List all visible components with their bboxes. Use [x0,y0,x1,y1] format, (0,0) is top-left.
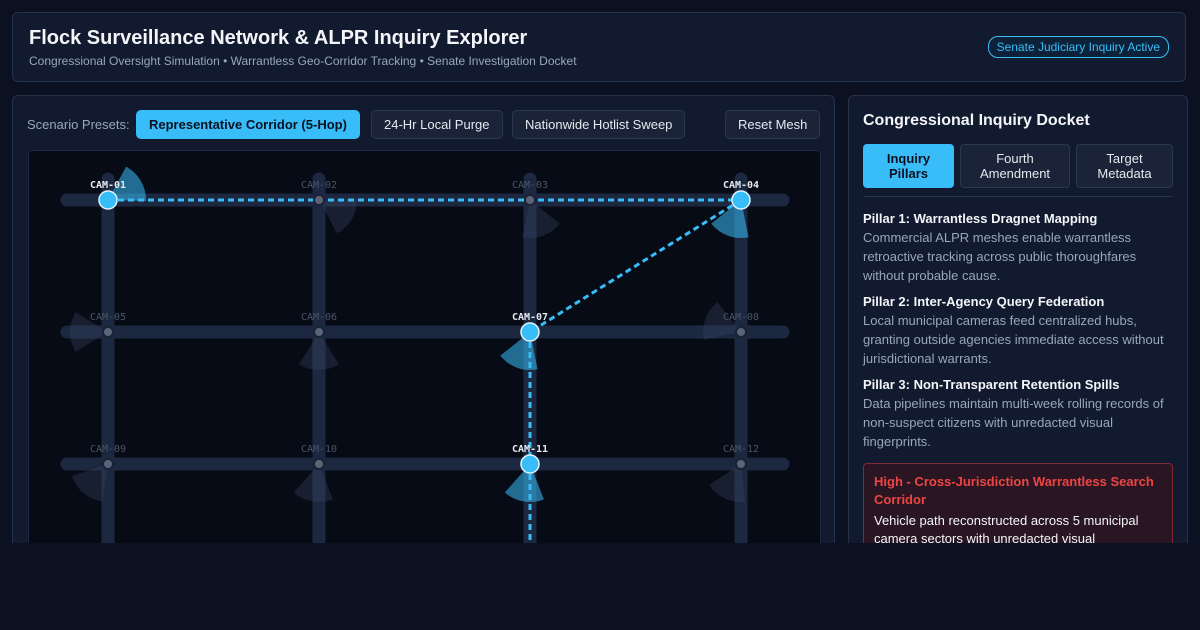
tab-fourth-amendment[interactable]: Fourth Amendment [960,144,1070,188]
camera-node-active[interactable] [520,322,540,342]
presets-label: Scenario Presets: [27,117,130,132]
camera-label: CAM-07 [512,312,548,323]
camera-label: CAM-04 [723,180,759,191]
tabs-divider [863,196,1173,197]
tab-target-metadata[interactable]: Target Metadata [1076,144,1173,188]
camera-node[interactable] [102,326,114,338]
camera-node[interactable] [524,194,536,206]
camera-label: CAM-05 [90,312,126,323]
pillar-body: Local municipal cameras feed centralized… [863,313,1164,366]
camera-node[interactable] [313,194,325,206]
camera-label: CAM-06 [301,312,337,323]
pillar-title: Pillar 3: Non-Transparent Retention Spil… [863,377,1120,392]
camera-node-active[interactable] [520,454,540,474]
pillar-item: Pillar 2: Inter-Agency Query Federation … [863,293,1168,368]
pillar-title: Pillar 1: Warrantless Dragnet Mapping [863,211,1098,226]
camera-label: CAM-02 [301,180,337,191]
app-title: Flock Surveillance Network & ALPR Inquir… [29,27,528,49]
camera-label: CAM-11 [512,444,548,455]
camera-label: CAM-10 [301,444,337,455]
viewport-cutoff [0,543,1200,630]
camera-node-active[interactable] [98,190,118,210]
camera-label: CAM-12 [723,444,759,455]
docket-title: Congressional Inquiry Docket [863,112,1090,129]
pillar-item: Pillar 3: Non-Transparent Retention Spil… [863,376,1168,451]
preset-local-purge-button[interactable]: 24-Hr Local Purge [371,110,503,139]
camera-label: CAM-03 [512,180,548,191]
camera-node[interactable] [735,458,747,470]
preset-representative-corridor-button[interactable]: Representative Corridor (5-Hop) [136,110,360,139]
inquiry-docket-panel: Congressional Inquiry Docket Inquiry Pil… [848,95,1188,573]
camera-label: CAM-08 [723,312,759,323]
app-subtitle: Congressional Oversight Simulation • War… [29,54,577,68]
preset-hotlist-sweep-button[interactable]: Nationwide Hotlist Sweep [512,110,686,139]
pillar-title: Pillar 2: Inter-Agency Query Federation [863,294,1105,309]
reset-mesh-button[interactable]: Reset Mesh [725,110,821,139]
tab-inquiry-pillars[interactable]: Inquiry Pillars [863,144,954,188]
camera-node[interactable] [313,326,325,338]
app-header: Flock Surveillance Network & ALPR Inquir… [12,12,1186,82]
camera-node-active[interactable] [731,190,751,210]
camera-mesh-svg: CAM-01 CAM-02 CAM-03 CAM-04 CAM-05 CAM-06 CAM-… [60,166,790,549]
pillar-body: Data pipelines maintain multi-week rolli… [863,396,1164,449]
pillar-body: Commercial ALPR meshes enable warrantles… [863,230,1137,283]
inquiry-status-badge: Senate Judiciary Inquiry Active [987,36,1169,58]
camera-node[interactable] [102,458,114,470]
camera-node[interactable] [313,458,325,470]
pillar-item: Pillar 1: Warrantless Dragnet Mapping Co… [863,210,1168,285]
camera-label: CAM-01 [90,180,126,191]
alert-title: High - Cross-Jurisdiction Warrantless Se… [874,474,1154,507]
camera-label: CAM-09 [90,444,126,455]
simulation-panel: Scenario Presets: Representative Corrido… [12,95,835,555]
camera-node[interactable] [735,326,747,338]
camera-mesh-map[interactable]: CAM-01 CAM-02 CAM-03 CAM-04 CAM-05 CAM-06 CAM-… [28,150,821,550]
